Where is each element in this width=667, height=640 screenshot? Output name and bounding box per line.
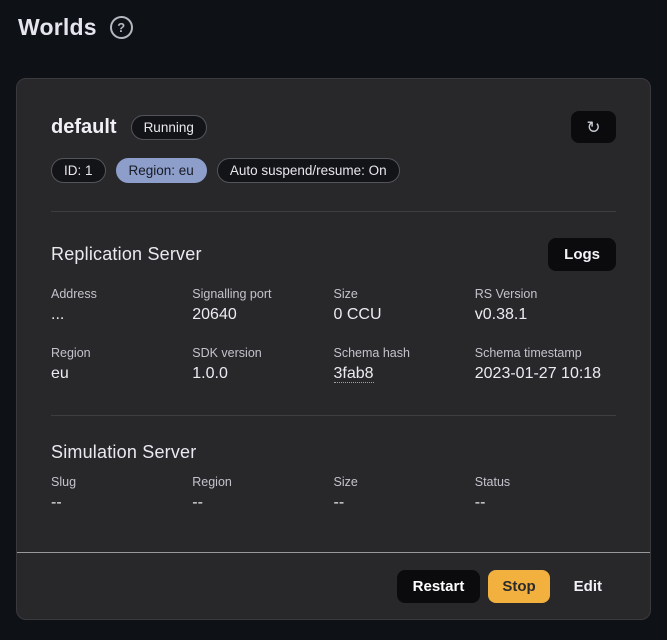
replication-section-title: Replication Server — [51, 244, 202, 265]
logs-button[interactable]: Logs — [548, 238, 616, 271]
world-region-pill: Region: eu — [116, 158, 207, 183]
field-size: Size 0 CCU — [334, 287, 475, 324]
field-sdk-version: SDK version 1.0.0 — [192, 346, 333, 383]
divider — [51, 211, 616, 212]
help-icon[interactable]: ? — [110, 16, 133, 39]
field-label: Region — [51, 346, 192, 360]
field-sim-region: Region -- — [192, 475, 333, 512]
field-value: 20640 — [192, 306, 333, 324]
field-label: RS Version — [475, 287, 616, 301]
field-value: -- — [475, 494, 616, 512]
field-schema-timestamp: Schema timestamp 2023-01-27 10:18 — [475, 346, 616, 383]
auto-suspend-pill: Auto suspend/resume: On — [217, 158, 400, 183]
field-label: Schema timestamp — [475, 346, 616, 360]
field-label: Slug — [51, 475, 192, 489]
field-label: SDK version — [192, 346, 333, 360]
restart-button[interactable]: Restart — [397, 570, 481, 603]
world-meta-pills: ID: 1 Region: eu Auto suspend/resume: On — [51, 158, 616, 183]
status-badge: Running — [131, 115, 207, 140]
field-value: 1.0.0 — [192, 365, 333, 383]
refresh-button[interactable]: ↻ — [571, 111, 616, 143]
field-address: Address ... — [51, 287, 192, 324]
world-card-body: default Running ↻ ID: 1 Region: eu Auto … — [17, 79, 650, 552]
world-name: default — [51, 116, 117, 139]
field-label: Size — [334, 475, 475, 489]
field-label: Status — [475, 475, 616, 489]
simulation-section-header: Simulation Server — [51, 442, 616, 463]
world-card-footer: Restart Stop Edit — [17, 552, 650, 619]
field-value: ... — [51, 306, 192, 324]
field-value: -- — [51, 494, 192, 512]
divider — [51, 415, 616, 416]
field-label: Schema hash — [334, 346, 475, 360]
field-value: 0 CCU — [334, 306, 475, 324]
page-title: Worlds — [18, 14, 97, 41]
page-header: Worlds ? — [0, 0, 667, 44]
field-region: Region eu — [51, 346, 192, 383]
field-sim-status: Status -- — [475, 475, 616, 512]
world-card: default Running ↻ ID: 1 Region: eu Auto … — [16, 78, 651, 620]
field-label: Signalling port — [192, 287, 333, 301]
field-signalling-port: Signalling port 20640 — [192, 287, 333, 324]
field-value: 3fab8 — [334, 365, 475, 383]
field-value: 2023-01-27 10:18 — [475, 365, 616, 383]
replication-section-header: Replication Server Logs — [51, 238, 616, 271]
world-name-row: default Running ↻ — [51, 111, 616, 143]
schema-hash-value[interactable]: 3fab8 — [334, 365, 374, 383]
field-label: Region — [192, 475, 333, 489]
field-value: -- — [334, 494, 475, 512]
field-rs-version: RS Version v0.38.1 — [475, 287, 616, 324]
simulation-section-title: Simulation Server — [51, 442, 196, 463]
field-label: Address — [51, 287, 192, 301]
field-schema-hash: Schema hash 3fab8 — [334, 346, 475, 383]
field-label: Size — [334, 287, 475, 301]
simulation-fields: Slug -- Region -- Size -- Status -- — [51, 475, 616, 512]
refresh-icon: ↻ — [586, 119, 600, 136]
replication-fields: Address ... Signalling port 20640 Size 0… — [51, 287, 616, 383]
field-value: eu — [51, 365, 192, 383]
stop-button[interactable]: Stop — [488, 570, 549, 603]
edit-button[interactable]: Edit — [560, 570, 616, 603]
world-id-pill: ID: 1 — [51, 158, 106, 183]
field-value: -- — [192, 494, 333, 512]
field-slug: Slug -- — [51, 475, 192, 512]
field-sim-size: Size -- — [334, 475, 475, 512]
field-value: v0.38.1 — [475, 306, 616, 324]
